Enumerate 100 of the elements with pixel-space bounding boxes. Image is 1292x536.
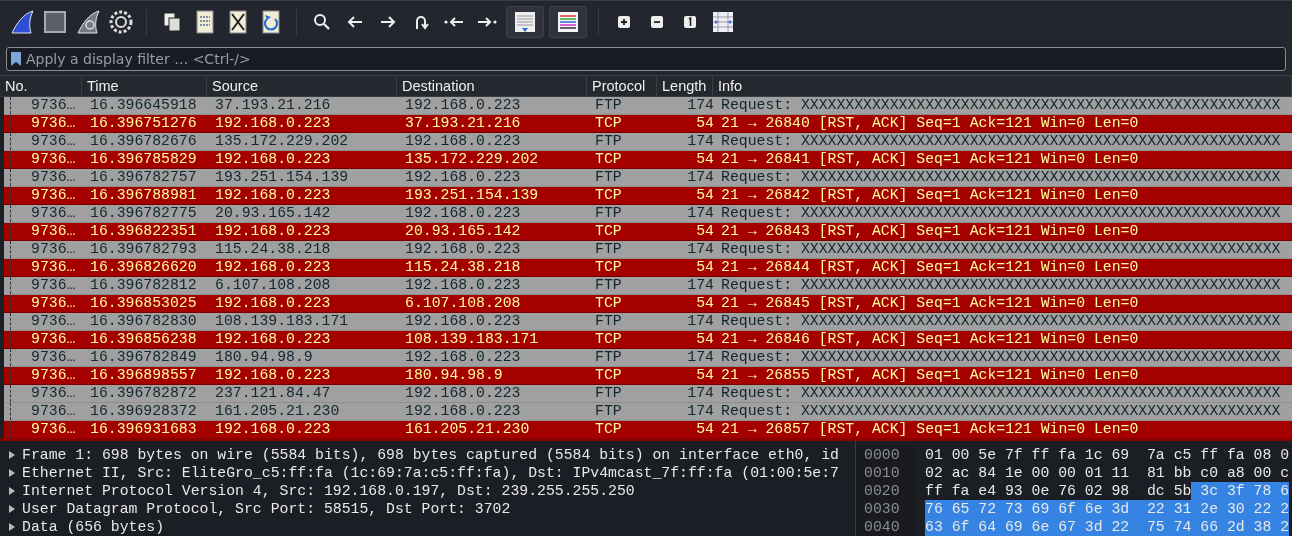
display-filter-field[interactable]: Apply a display filter … <Ctrl-/> — [6, 46, 1286, 71]
table-cell-text: FTP — [594, 204, 623, 222]
table-cell-text: TCP — [594, 150, 623, 168]
table-cell-text: 21 → 26846 [RST, ACK] Seq=1 Ack=121 Win=0 Len=0 — [720, 330, 1140, 348]
column-header[interactable]: Time — [82, 75, 207, 96]
table-cell: 9736… — [10, 150, 86, 168]
table-cell-text: Request: XXXXXXXXXXXXXXXXXXXXXXXXXXXXXXXXXXXXXXXXXXXXXXXXXXXXXX — [720, 348, 1282, 366]
table-cell-text: Request: XXXXXXXXXXXXXXXXXXXXXXXXXXXXXXXXXXXXXXXXXXXXXXXXXXXXXX — [720, 276, 1282, 294]
table-cell-text: 21 → 26857 [RST, ACK] Seq=1 Ack=121 Win=0 Len=0 — [720, 420, 1140, 438]
table-cell-text: TCP — [594, 294, 623, 312]
table-cell-text: 115.24.38.218 — [404, 258, 522, 276]
hex-bytes: 02 ac 84 1e 00 00 01 11 81 bb c0 a8 00 c — [925, 464, 1290, 482]
table-cell-text: 192.168.0.223 — [214, 186, 332, 204]
table-cell-text: 192.168.0.223 — [214, 222, 332, 240]
table-cell: 9736… — [10, 366, 86, 384]
table-cell-text: 192.168.0.223 — [214, 294, 332, 312]
table-cell: 9736… — [10, 114, 86, 132]
hex-bytes: 01 00 5e 7f ff fa 1c 69 7a c5 ff fa 08 0 — [925, 446, 1290, 464]
table-cell: 9736… — [10, 348, 86, 366]
table-cell: 9736… — [10, 96, 86, 114]
table-cell-text: TCP — [594, 186, 623, 204]
column-header[interactable]: Length — [657, 75, 713, 96]
table-cell-text: FTP — [594, 132, 623, 150]
table-cell-text: 54 — [695, 222, 715, 240]
tree-item[interactable]: Data (656 bytes) — [0, 518, 855, 536]
table-cell-text: TCP — [594, 330, 623, 348]
table-cell-text: 21 → 26855 [RST, ACK] Seq=1 Ack=121 Win=0 Len=0 — [720, 366, 1140, 384]
tree-item[interactable]: Ethernet II, Src: EliteGro_c5:ff:fa (1c:69:7a:c5:ff:fa), Dst: IPv4mcast_7f:ff:fa (01:00:5e:7 — [0, 464, 855, 482]
settings-icon — [108, 8, 134, 35]
table-cell-text: 174 — [686, 132, 715, 150]
table-cell-text: 16.396751276 — [89, 114, 198, 132]
table-cell-text: 174 — [686, 348, 715, 366]
table-cell-text: 161.205.21.230 — [214, 402, 341, 420]
table-cell-text: 192.168.0.223 — [214, 420, 332, 438]
table-cell: 9736… — [10, 186, 86, 204]
tree-item[interactable]: Internet Protocol Version 4, Src: 192.168.0.197, Dst: 239.255.255.250 — [0, 482, 855, 500]
table-cell-text: 21 → 26843 [RST, ACK] Seq=1 Ack=121 Win=0 Len=0 — [720, 222, 1140, 240]
table-cell-text: FTP — [594, 240, 623, 258]
table-cell-text: TCP — [594, 222, 623, 240]
column-header[interactable]: Source — [207, 75, 397, 96]
table-cell: 9736… — [10, 132, 86, 150]
table-cell-text: 193.251.154.139 — [404, 186, 540, 204]
column-header[interactable]: Protocol — [587, 75, 657, 96]
table-cell-text: 20.93.165.142 — [214, 204, 332, 222]
table-cell-text: 192.168.0.223 — [214, 366, 332, 384]
table-cell: 9736… — [10, 294, 86, 312]
hex-offset: 0040 — [864, 518, 901, 536]
toolbar-button[interactable] — [506, 5, 544, 38]
column-header[interactable]: No. — [0, 75, 82, 96]
table-cell: 9736… — [10, 420, 86, 438]
table-cell-text: 174 — [686, 168, 715, 186]
hex-bytes: 63 6f 64 69 6e 67 3d 22 75 74 66 2d 38 2 — [925, 518, 1290, 536]
table-cell-text: 54 — [695, 114, 715, 132]
table-cell-text: 16.396898557 — [89, 366, 198, 384]
table-cell-text: 174 — [686, 276, 715, 294]
table-cell-text: FTP — [594, 96, 623, 114]
table-cell: 9736… — [10, 204, 86, 222]
hex-offset: 0030 — [864, 500, 901, 518]
table-cell-text: 16.396788981 — [89, 186, 198, 204]
table-cell-text: 16.396822351 — [89, 222, 198, 240]
table-cell-text: 16.396782775 — [89, 204, 198, 222]
table-cell-text: TCP — [594, 114, 623, 132]
table-cell-text: 16.396853025 — [89, 294, 198, 312]
table-cell-text: Request: XXXXXXXXXXXXXXXXXXXXXXXXXXXXXXXXXXXXXXXXXXXXXXXXXXXXXX — [720, 96, 1282, 114]
table-cell-text: 37.193.21.216 — [214, 96, 332, 114]
shark-fin-icon — [75, 8, 101, 35]
table-cell-text: 192.168.0.223 — [404, 204, 522, 222]
column-header[interactable]: Destination — [397, 75, 587, 96]
table-cell-text: 192.168.0.223 — [214, 330, 332, 348]
table-cell-text: 192.168.0.223 — [404, 348, 522, 366]
toolbar-button[interactable] — [549, 5, 587, 38]
table-cell-text: 54 — [695, 294, 715, 312]
tree-item[interactable]: Frame 1: 698 bytes on wire (5584 bits), 698 bytes captured (5584 bits) on interface eth0, id — [0, 446, 855, 464]
hex-offset: 0020 — [864, 482, 901, 500]
table-cell-text: Request: XXXXXXXXXXXXXXXXXXXXXXXXXXXXXXXXXXXXXXXXXXXXXXXXXXXXXX — [720, 240, 1282, 258]
table-cell: 9736… — [10, 222, 86, 240]
table-cell-text: FTP — [594, 312, 623, 330]
tree-item[interactable]: User Datagram Protocol, Src Port: 58515, Dst Port: 3702 — [0, 500, 855, 518]
table-cell: 9736… — [10, 384, 86, 402]
stop-icon — [42, 8, 68, 35]
table-cell-text: 192.168.0.223 — [214, 150, 332, 168]
table-cell-text: 180.94.98.9 — [214, 348, 314, 366]
table-cell-text: 20.93.165.142 — [404, 222, 522, 240]
table-cell-text: 174 — [686, 402, 715, 420]
table-cell-text: 192.168.0.223 — [404, 276, 522, 294]
table-cell-text: 174 — [686, 204, 715, 222]
table-cell: 9736… — [10, 258, 86, 276]
table-cell-text: 6.107.108.208 — [214, 276, 332, 294]
table-cell-text: 192.168.0.223 — [404, 96, 522, 114]
hex-bytes: 76 65 72 73 69 6f 6e 3d 22 31 2e 30 22 2 — [925, 500, 1290, 518]
table-cell-text: Request: XXXXXXXXXXXXXXXXXXXXXXXXXXXXXXXXXXXXXXXXXXXXXXXXXXXXXX — [720, 312, 1282, 330]
table-cell-text: 108.139.183.171 — [214, 312, 350, 330]
table-cell-text: 192.168.0.223 — [404, 132, 522, 150]
table-cell-text: FTP — [594, 168, 623, 186]
table-cell-text: 21 → 26840 [RST, ACK] Seq=1 Ack=121 Win=0 Len=0 — [720, 114, 1140, 132]
table-cell-text: 135.172.229.202 — [214, 132, 350, 150]
table-cell-text: 16.396931683 — [89, 420, 198, 438]
column-header[interactable]: Info — [713, 75, 1292, 96]
table-cell-text: 6.107.108.208 — [404, 294, 522, 312]
table-cell-text: 192.168.0.223 — [404, 402, 522, 420]
